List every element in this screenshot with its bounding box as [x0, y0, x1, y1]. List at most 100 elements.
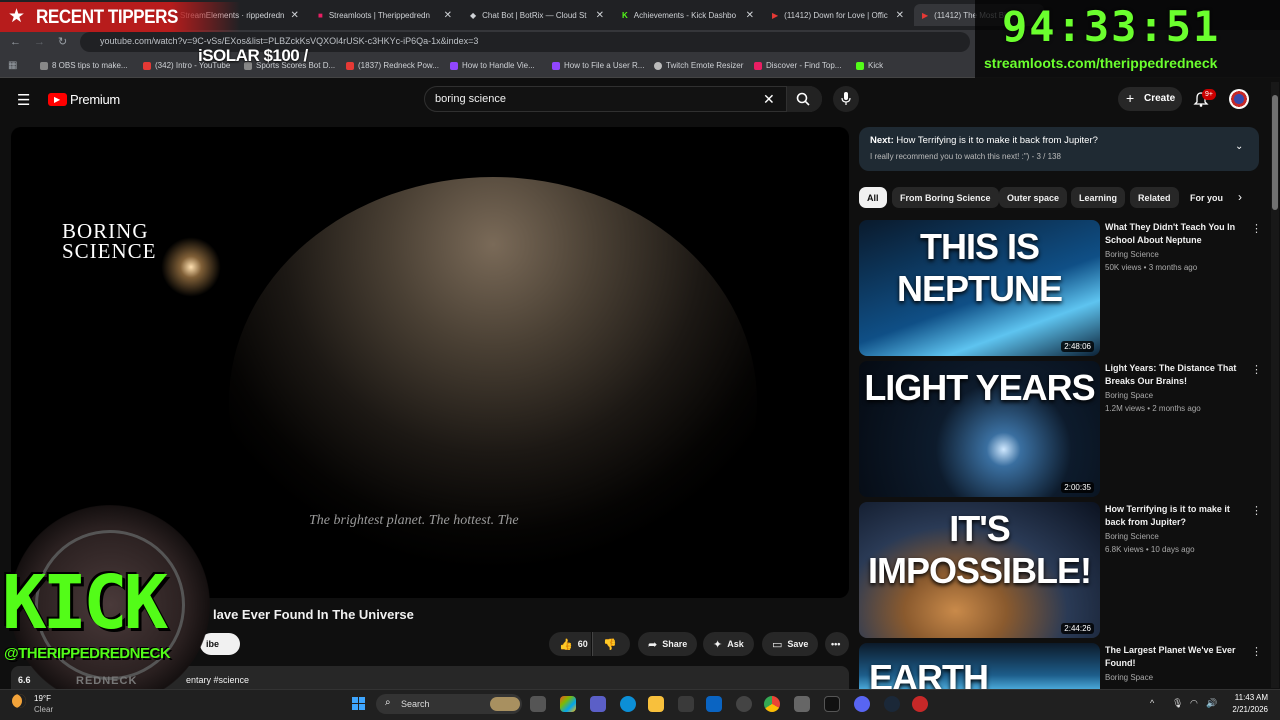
more-vert-icon[interactable]: ⋮ [1251, 222, 1262, 235]
share-label: Share [662, 639, 688, 649]
back-icon[interactable]: ← [10, 36, 21, 48]
reload-icon[interactable]: ↻ [58, 35, 67, 48]
chevron-right-icon[interactable]: › [1238, 190, 1242, 204]
subscribe-button[interactable]: ibe [200, 633, 240, 655]
bookmark-item[interactable]: How to Handle Vie... [450, 61, 535, 70]
copilot-icon[interactable] [560, 696, 576, 712]
view-count: 6.6 [18, 675, 31, 685]
edge-icon[interactable] [620, 696, 636, 712]
like-button[interactable]: 👍 60 [549, 632, 591, 656]
rec-channel[interactable]: Boring Space [1105, 673, 1153, 682]
close-icon[interactable]: ✕ [896, 10, 904, 21]
clock-time[interactable]: 11:43 AM [1230, 693, 1268, 702]
obs-icon[interactable] [736, 696, 752, 712]
url-text[interactable]: youtube.com/watch?v=9C-vSs/EXos&list=PLB… [100, 36, 478, 46]
tab-streamloots[interactable]: ■ Streamloots | Therippedredn ✕ [310, 4, 460, 26]
steam-icon[interactable] [884, 696, 900, 712]
chip-from-boring-science[interactable]: From Boring Science [892, 187, 999, 208]
bookmark-icon [40, 61, 48, 70]
rec-thumbnail[interactable]: IT'S IMPOSSIBLE! 2:44:26 [859, 502, 1100, 638]
rec-title[interactable]: How Terrifying is it to make it back fro… [1105, 503, 1240, 529]
chip-related[interactable]: Related [1130, 187, 1179, 208]
chevron-down-icon[interactable]: ⌄ [1235, 141, 1243, 152]
close-icon[interactable]: ✕ [444, 10, 452, 21]
star-icon: ★ [8, 6, 26, 27]
rec-channel[interactable]: Boring Space [1105, 391, 1153, 400]
share-button[interactable]: ➦ Share [638, 632, 698, 656]
discord-icon[interactable] [854, 696, 870, 712]
dislike-button[interactable]: 👎 [592, 632, 630, 656]
tray-chevron-icon[interactable]: ^ [1150, 698, 1154, 708]
streamloots-url: streamloots.com/therippedredneck [984, 55, 1218, 71]
chip-outer-space[interactable]: Outer space [999, 187, 1068, 208]
chip-all[interactable]: All [859, 187, 887, 208]
task-view-icon[interactable] [530, 696, 546, 712]
tab-youtube-1[interactable]: ▶ (11412) Down for Love | Offic ✕ [764, 4, 912, 26]
chrome-icon[interactable] [764, 696, 780, 712]
search-highlight-icon [490, 697, 520, 711]
close-icon[interactable]: ✕ [746, 10, 754, 21]
bookmark-item[interactable]: 8 OBS tips to make... [40, 61, 128, 70]
rec-thumbnail[interactable]: EARTH [859, 643, 1100, 689]
search-icon [796, 92, 810, 106]
app-icon[interactable] [794, 696, 810, 712]
menu-icon[interactable]: ☰ [17, 91, 30, 109]
windows-start-icon[interactable] [352, 697, 366, 711]
tipper-ticker: iSOLAR $100 / [198, 46, 308, 65]
store-icon[interactable] [678, 696, 694, 712]
more-vert-icon[interactable]: ⋮ [1251, 363, 1262, 376]
youtube-icon: ▶ [922, 10, 929, 20]
chip-for-you[interactable]: For you [1182, 187, 1231, 208]
bookmark-item[interactable]: How to File a User R... [552, 61, 644, 70]
rec-channel[interactable]: Boring Science [1105, 250, 1159, 259]
bookmark-item[interactable]: Discover - Find Top... [754, 61, 841, 70]
bookmark-icon: ▭ [772, 638, 783, 651]
youtube-icon [143, 61, 151, 70]
rec-title[interactable]: Light Years: The Distance That Breaks Ou… [1105, 362, 1240, 388]
scrollbar-thumb[interactable] [1272, 95, 1278, 210]
more-vert-icon[interactable]: ⋮ [1251, 504, 1262, 517]
teams-icon[interactable] [590, 696, 606, 712]
weather-temp[interactable]: 19°F [34, 694, 51, 703]
record-icon[interactable] [912, 696, 928, 712]
forward-icon[interactable]: → [34, 36, 45, 48]
save-button[interactable]: ▭ Save [762, 632, 819, 656]
microphone-icon[interactable]: 🎙 [1172, 698, 1183, 709]
close-icon[interactable]: ✕ [596, 10, 604, 21]
apps-icon[interactable]: ▦ [8, 60, 17, 71]
next-up: Next: How Terrifying is it to make it ba… [870, 135, 1098, 146]
more-vert-icon[interactable]: ⋮ [1251, 645, 1262, 658]
volume-icon[interactable]: 🔊 [1206, 698, 1217, 709]
clear-search-icon[interactable]: ✕ [763, 91, 775, 108]
clock-date[interactable]: 2/21/2026 [1228, 705, 1268, 714]
file-explorer-icon[interactable] [648, 696, 664, 712]
rec-title[interactable]: The Largest Planet We've Ever Found! [1105, 644, 1240, 670]
bookmark-item[interactable]: (1837) Redneck Pow... [346, 61, 439, 70]
tab-kick-dashboard[interactable]: K Achievements - Kick Dashbo ✕ [614, 4, 762, 26]
notification-badge: 9+ [1202, 89, 1216, 100]
rec-thumbnail[interactable]: THIS IS NEPTUNE 2:48:06 [859, 220, 1100, 356]
bookmark-item[interactable]: Twitch Emote Resizer [654, 61, 743, 70]
avatar[interactable] [1229, 89, 1249, 109]
streamloots-icon: ■ [318, 10, 323, 20]
wifi-icon[interactable]: ◠ [1190, 698, 1198, 709]
terminal-icon[interactable] [824, 696, 840, 712]
close-icon[interactable]: ✕ [291, 10, 299, 21]
rec-thumbnail[interactable]: LIGHT YEARS 2:00:35 [859, 361, 1100, 497]
moon-icon [12, 694, 26, 708]
tab-botrix[interactable]: ◆ Chat Bot | BotRix — Cloud St ✕ [462, 4, 612, 26]
outlook-icon[interactable] [706, 696, 722, 712]
rec-channel[interactable]: Boring Science [1105, 532, 1159, 541]
chip-learning[interactable]: Learning [1071, 187, 1126, 208]
search-input[interactable]: boring science [435, 93, 506, 105]
botrix-icon: ◆ [470, 10, 477, 20]
youtube-icon [346, 61, 354, 70]
sparkle-icon: ✦ [713, 638, 723, 651]
rec-title[interactable]: What They Didn't Teach You In School Abo… [1105, 221, 1240, 247]
premium-logo[interactable]: Premium [70, 92, 120, 107]
playlist-next-panel[interactable] [859, 127, 1259, 171]
bookmark-item[interactable]: Kick [856, 61, 883, 70]
video-duration: 2:00:35 [1061, 482, 1094, 493]
ask-button[interactable]: ✦ Ask [703, 632, 754, 656]
more-actions-button[interactable]: ••• [825, 632, 849, 656]
